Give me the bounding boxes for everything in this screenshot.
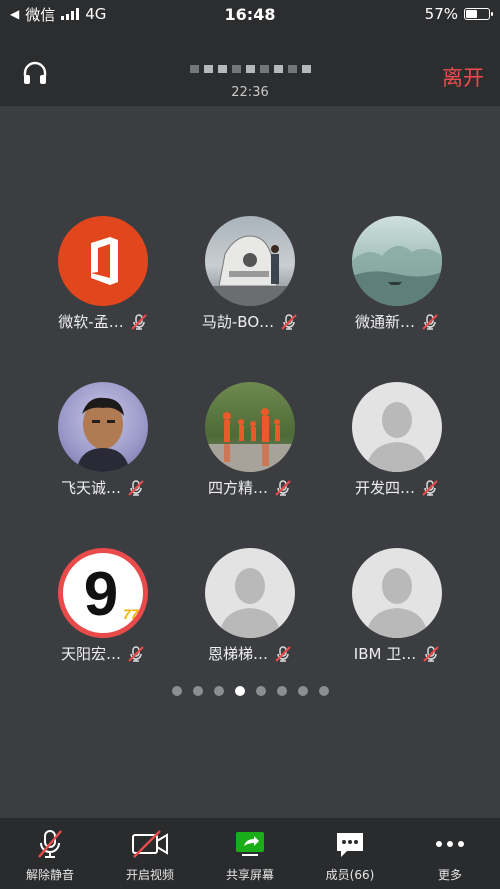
more-button[interactable]: 更多 <box>405 818 495 883</box>
battery-percent: 57% <box>424 5 458 23</box>
back-app-label[interactable]: 微信 <box>25 4 55 25</box>
participant-tile[interactable]: 飞天诚… <box>28 382 178 498</box>
back-arrow-icon[interactable]: ◀ <box>10 7 19 21</box>
avatar-number-nine-icon: 9 77 <box>58 548 148 638</box>
meeting-timer: 22:36 <box>231 85 269 100</box>
page-indicator[interactable] <box>0 686 500 696</box>
start-video-button[interactable]: 开启视频 <box>105 818 195 883</box>
default-person-avatar-icon <box>352 548 442 638</box>
default-person-avatar-icon <box>205 548 295 638</box>
mic-muted-icon <box>423 645 439 662</box>
mic-muted-icon <box>130 313 147 330</box>
mic-muted-icon <box>281 313 297 330</box>
participant-name: 恩梯梯… <box>207 645 268 663</box>
participant-name: 四方精… <box>207 479 268 497</box>
participant-tile[interactable]: 微通新… <box>322 216 472 332</box>
page-dot[interactable] <box>213 686 224 696</box>
status-left[interactable]: ◀ 微信 4G <box>10 4 106 25</box>
avatar-orange-figures-photo-icon <box>205 382 295 472</box>
meeting-header: 22:36 离开 <box>0 28 500 106</box>
signal-icon <box>61 8 80 20</box>
unmute-button[interactable]: 解除静音 <box>5 818 95 883</box>
svg-text:9: 9 <box>84 560 118 629</box>
page-dot[interactable] <box>255 686 266 696</box>
unmute-label: 解除静音 <box>25 868 74 882</box>
participant-grid: 微软-孟… 马劼-BO… 微通新… 飞天诚… 四方精… 开发四… 9 77 天阳… <box>0 106 500 818</box>
mic-muted-icon <box>275 479 291 496</box>
participant-name: 开发四… <box>354 479 415 497</box>
blurred-title <box>189 63 311 75</box>
more-dots-icon <box>436 841 464 847</box>
page-dot[interactable] <box>192 686 203 696</box>
battery-fill <box>466 10 477 18</box>
headphone-icon[interactable] <box>22 60 48 86</box>
leave-button[interactable]: 离开 <box>442 62 484 92</box>
participant-tile[interactable]: 9 77 天阳宏… <box>28 548 178 664</box>
share-screen-label: 共享屏幕 <box>225 868 274 882</box>
page-dot[interactable] <box>297 686 308 696</box>
participant-tile[interactable]: 恩梯梯… <box>175 548 325 664</box>
share-screen-icon <box>236 832 264 856</box>
participant-tile[interactable]: 微软-孟… <box>28 216 178 332</box>
mic-muted-icon <box>38 830 62 858</box>
video-off-icon <box>132 830 168 858</box>
participant-name: 微软-孟… <box>58 313 124 331</box>
share-screen-button[interactable]: 共享屏幕 <box>205 818 295 883</box>
participant-tile[interactable]: 马劼-BO… <box>175 216 325 332</box>
participant-tile[interactable]: 开发四… <box>322 382 472 498</box>
more-label: 更多 <box>437 868 462 882</box>
participant-tile[interactable]: IBM 卫… <box>322 548 472 664</box>
members-label: 成员(66) <box>325 868 375 882</box>
status-bar: ◀ 微信 4G 16:48 57% <box>0 0 500 28</box>
participant-name: 天阳宏… <box>60 645 121 663</box>
start-video-label: 开启视频 <box>125 868 174 882</box>
meeting-toolbar: 解除静音 开启视频 共享屏幕 成员(66) 更多 <box>0 818 500 889</box>
members-button[interactable]: 成员(66) <box>305 818 395 883</box>
participant-name: 微通新… <box>354 313 415 331</box>
avatar-office-logo-icon <box>58 216 148 306</box>
participant-name: 马劼-BO… <box>201 313 275 331</box>
status-right: 57% <box>424 5 493 23</box>
page-dot[interactable] <box>171 686 182 696</box>
network-label: 4G <box>85 5 107 23</box>
page-dot[interactable] <box>276 686 287 696</box>
avatar-portrait-photo-icon <box>58 382 148 472</box>
svg-text:77: 77 <box>123 606 140 622</box>
page-dot-active[interactable] <box>234 686 245 696</box>
participant-name: 飞天诚… <box>60 479 121 497</box>
default-person-avatar-icon <box>352 382 442 472</box>
page-dot[interactable] <box>318 686 329 696</box>
members-chat-icon <box>337 833 363 857</box>
mic-muted-icon <box>422 479 438 496</box>
avatar-capsule-photo-icon <box>205 216 295 306</box>
participant-name: IBM 卫… <box>353 645 417 663</box>
mic-muted-icon <box>128 645 144 662</box>
participant-tile[interactable]: 四方精… <box>175 382 325 498</box>
mic-muted-icon <box>422 313 438 330</box>
avatar-landscape-photo-icon <box>352 216 442 306</box>
mic-muted-icon <box>128 479 144 496</box>
meeting-title: 22:36 <box>150 58 350 100</box>
mic-muted-icon <box>275 645 291 662</box>
battery-icon <box>464 8 493 20</box>
